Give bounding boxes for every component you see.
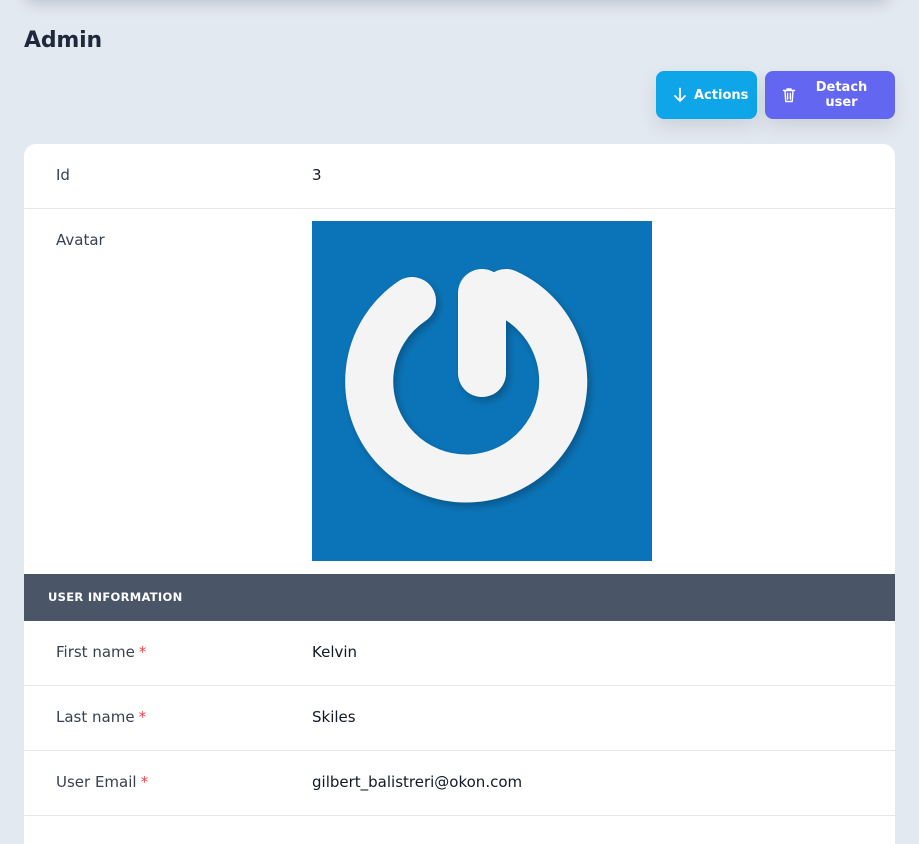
- actions-button-label: Actions: [694, 87, 749, 103]
- last-name-label: Last name *: [56, 708, 147, 726]
- user-email-row: User Email * gilbert_balistreri@okon.com: [24, 751, 895, 816]
- id-row: Id 3: [24, 144, 895, 209]
- avatar-label: Avatar: [56, 231, 105, 249]
- first-name-value: Kelvin: [312, 643, 358, 661]
- user-email-value: gilbert_balistreri@okon.com: [312, 773, 523, 791]
- last-name-value: Skiles: [312, 708, 356, 726]
- avatar-image: [312, 221, 652, 561]
- id-value: 3: [312, 166, 322, 184]
- user-email-label: User Email *: [56, 773, 149, 791]
- id-label: Id: [56, 166, 70, 184]
- arrow-down-icon: [673, 87, 687, 103]
- required-mark: *: [138, 643, 147, 661]
- user-information-section-header: USER INFORMATION: [24, 574, 895, 621]
- detail-card: Id 3 Avatar USER INFORMATION First name *…: [24, 144, 895, 844]
- first-name-label: First name *: [56, 643, 147, 661]
- next-field-row: [24, 816, 895, 844]
- first-name-row: First name * Kelvin: [24, 621, 895, 686]
- avatar-row: Avatar: [24, 209, 895, 574]
- required-mark: *: [138, 708, 147, 726]
- section-title: USER INFORMATION: [48, 590, 183, 604]
- last-name-row: Last name * Skiles: [24, 686, 895, 751]
- detach-user-button[interactable]: Detach user: [765, 71, 895, 119]
- actions-button[interactable]: Actions: [656, 71, 757, 119]
- trash-icon: [782, 87, 796, 103]
- power-logo: [345, 269, 588, 503]
- detach-user-button-label: Detach user: [815, 80, 868, 110]
- page-title: Admin: [24, 28, 102, 53]
- required-mark: *: [140, 773, 149, 791]
- toolbar: Actions Detach user: [656, 71, 895, 119]
